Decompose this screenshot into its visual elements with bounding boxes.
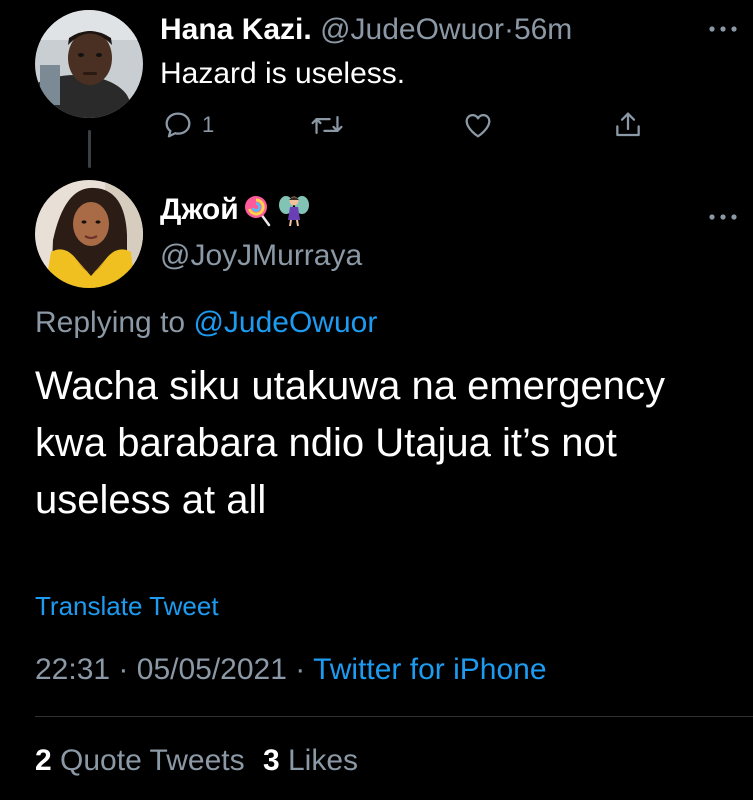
retweet-button[interactable] (310, 105, 344, 145)
quote-tweets-count: 2 (35, 744, 52, 777)
likes-label: Likes (287, 744, 359, 777)
tweet-source-link[interactable]: Twitter for iPhone (313, 653, 546, 686)
share-button[interactable] (612, 105, 644, 145)
divider (35, 716, 753, 717)
reply-handle[interactable]: @JoyJMurraya (160, 238, 362, 274)
replying-to-label: Replying to (35, 306, 186, 339)
like-button[interactable] (462, 105, 494, 145)
reply-count: 1 (202, 112, 215, 137)
tweet-metadata: 22:31 · 05/05/2021 · Twitter for iPhone (35, 652, 547, 688)
parent-tweet[interactable]: Hana Kazi. @JudeOwuor·56m Hazard is usel… (0, 0, 753, 168)
share-icon (616, 112, 640, 137)
reply-display-name-row[interactable]: Джой (160, 192, 311, 228)
reply-icon (165, 112, 191, 138)
reply-display-name[interactable]: Джой (160, 192, 239, 228)
engagement-stats: 2 Quote Tweets 3 Likes (35, 743, 358, 779)
lollipop-icon (244, 196, 270, 227)
parent-header: Hana Kazi. @JudeOwuor·56m (160, 12, 572, 48)
meta-separator: · (118, 653, 129, 686)
tweet-date: 05/05/2021 (136, 653, 287, 686)
parent-handle[interactable]: @JudeOwuor (320, 13, 504, 46)
translate-tweet-link[interactable]: Translate Tweet (35, 590, 219, 622)
replying-to: Replying to @JudeOwuor (35, 305, 377, 341)
replying-to-handle-link[interactable]: @JudeOwuor (193, 306, 377, 339)
parent-display-name[interactable]: Hana Kazi. (160, 13, 312, 46)
heart-icon (465, 113, 491, 138)
likes-stat[interactable]: 3 Likes (263, 744, 358, 777)
fairy-icon (278, 196, 309, 227)
quote-tweets-label: Quote Tweets (60, 744, 245, 777)
reply-tweet-text: Wacha siku utakuwa na emergency kwa bara… (35, 364, 665, 522)
parent-action-bar: 1 (160, 105, 660, 145)
more-icon[interactable] (708, 24, 738, 34)
more-icon[interactable] (708, 212, 738, 222)
thread-line (88, 130, 91, 168)
reply-avatar[interactable] (35, 180, 143, 288)
quote-tweets-stat[interactable]: 2 Quote Tweets (35, 744, 245, 777)
parent-avatar[interactable] (35, 10, 143, 118)
parent-time[interactable]: 56m (514, 13, 572, 46)
likes-count: 3 (262, 744, 280, 777)
parent-tweet-text: Hazard is useless. (160, 57, 406, 90)
retweet-icon (311, 116, 343, 134)
parent-separator: · (503, 13, 514, 46)
reply-button[interactable]: 1 (162, 105, 214, 145)
tweet-time: 22:31 (35, 653, 111, 686)
meta-separator: · (295, 653, 306, 686)
